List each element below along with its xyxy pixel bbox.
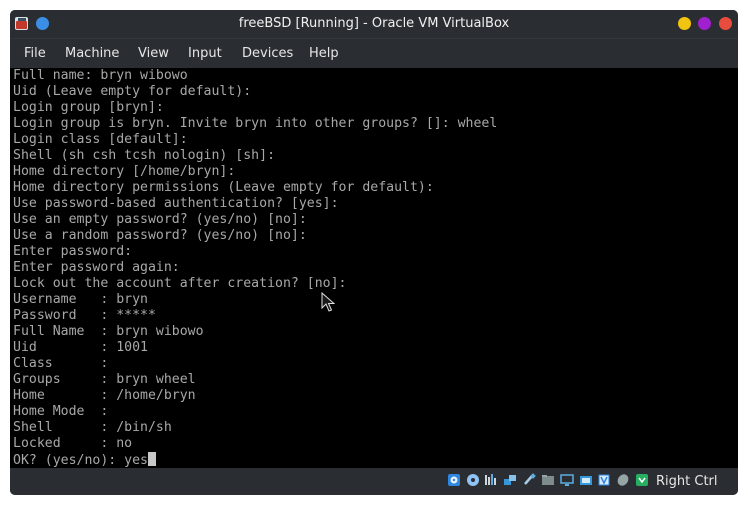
window-title: freeBSD [Running] - Oracle VM VirtualBox [238,16,510,31]
menu-view[interactable]: View [138,39,169,69]
console-line: Groups : bryn wheel [13,372,196,387]
console-prompt: OK? (yes/no): [13,453,125,468]
menu-file[interactable]: File [24,39,46,69]
display-icon[interactable] [560,473,574,487]
maximize-button[interactable] [698,17,711,30]
console-line: Use password-based authentication? [yes]… [13,196,339,211]
console-line: Full name: bryn wibowo [13,68,188,83]
optical-drive-icon[interactable] [466,473,480,487]
audio-icon[interactable] [484,473,498,487]
vm-console[interactable]: Full name: bryn wibowo Uid (Leave empty … [10,68,738,468]
console-line: Locked : no [13,436,133,451]
cpu-icon[interactable] [597,473,611,487]
menu-machine[interactable]: Machine [65,39,119,69]
console-line: Use an empty password? (yes/no) [no]: [13,212,307,227]
mouse-integration-icon[interactable] [616,473,630,487]
shared-folders-icon[interactable] [541,473,555,487]
console-line: Username : bryn [13,292,148,307]
network-icon[interactable] [503,473,517,487]
text-cursor [147,452,156,466]
console-line: Home directory [/home/bryn]: [13,164,236,179]
video-capture-icon[interactable] [579,473,593,487]
keyboard-capture-icon[interactable] [635,473,649,487]
console-line: Login class [default]: [13,132,188,147]
usb-icon[interactable] [522,473,536,487]
console-line: Home : /home/bryn [13,388,196,403]
virtualbox-window: freeBSD [Running] - Oracle VM VirtualBox… [10,10,738,495]
console-line: Enter password again: [13,260,180,275]
console-line: Login group is bryn. Invite bryn into ot… [13,116,498,131]
console-line: Lock out the account after creation? [no… [13,276,347,291]
menu-help[interactable]: Help [309,39,339,69]
status-bar: Right Ctrl [10,468,738,495]
menu-bar: File Machine View Input Devices Help [10,38,738,69]
minimize-button[interactable] [678,17,691,30]
console-line: Enter password: [13,244,133,259]
console-line: Class : [13,356,109,371]
console-line: Home Mode : [13,404,109,419]
console-line: Uid : 1001 [13,340,148,355]
console-prompt-line[interactable]: OK? (yes/no): yes [13,452,156,468]
menu-input[interactable]: Input [188,39,222,69]
console-line: Full Name : bryn wibowo [13,324,204,339]
console-line: Password : ***** [13,308,156,323]
menu-devices[interactable]: Devices [242,39,293,69]
host-key-label[interactable]: Right Ctrl [656,468,718,495]
hard-disk-icon[interactable] [447,473,461,487]
mouse-pointer-icon [321,292,335,312]
console-input[interactable]: yes [124,453,148,468]
console-line: Home directory permissions (Leave empty … [13,180,434,195]
console-line: Use a random password? (yes/no) [no]: [13,228,307,243]
close-button[interactable] [719,17,732,30]
console-line: Uid (Leave empty for default): [13,84,252,99]
title-bar[interactable]: freeBSD [Running] - Oracle VM VirtualBox [10,10,738,38]
console-line: Shell (sh csh tcsh nologin) [sh]: [13,148,276,163]
console-line: Login group [bryn]: [13,100,164,115]
console-line: Shell : /bin/sh [13,420,172,435]
